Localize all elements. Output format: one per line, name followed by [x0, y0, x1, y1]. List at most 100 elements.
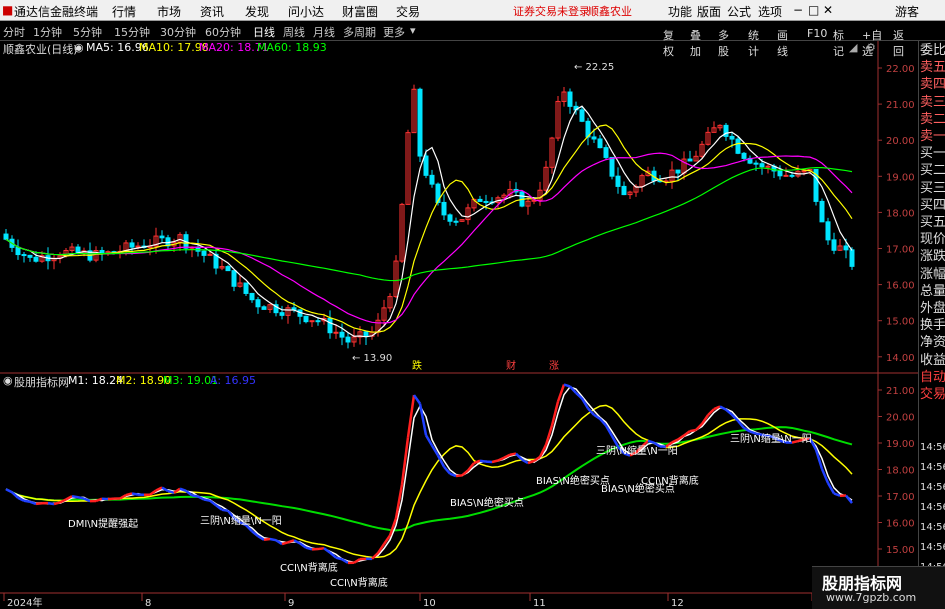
a-line-segment [305, 546, 313, 551]
tab-period-5min[interactable]: 5分钟 [73, 24, 102, 40]
a-line-segment [263, 537, 271, 541]
side-label: 买三 [920, 180, 945, 196]
candle-body [309, 320, 315, 323]
side-time-label: 14:56 [920, 482, 945, 493]
a-line-segment [269, 537, 277, 542]
a-line-segment [281, 541, 289, 546]
tab-period-multi[interactable]: 多周期 [343, 24, 376, 40]
a-line-segment [275, 539, 283, 546]
event-marker: 跌 [412, 359, 422, 372]
side-label: 卖二 [920, 111, 945, 127]
menu-item-wealth[interactable]: 财富圈 [342, 3, 378, 20]
candle-body [819, 200, 825, 223]
candle-body [339, 331, 345, 338]
time-tick-label: 10 [423, 598, 436, 609]
signal-label: CCI\N背离底 [641, 474, 699, 487]
signal-label: DMI\N提醒强起 [68, 518, 138, 530]
candle-body [21, 254, 27, 257]
candle-body [777, 170, 783, 177]
f10-button[interactable]: F10 [807, 27, 827, 40]
candle-body [129, 242, 135, 248]
side-label: 买二 [920, 163, 945, 179]
tab-period-15min[interactable]: 15分钟 [114, 24, 150, 40]
side-label: 卖五 [920, 60, 945, 76]
tab-period-60min[interactable]: 60分钟 [205, 24, 241, 40]
side-time-label: 14:56 [920, 462, 945, 473]
candle-body [849, 249, 855, 267]
chart-area[interactable]: 22.00 21.00 20.00 19.00 18.00 17.00 16.00 15.00… [0, 41, 918, 609]
menu-item-ask[interactable]: 问小达 [288, 3, 324, 20]
a-line-segment [406, 394, 416, 438]
tab-period-more[interactable]: 更多 [383, 24, 405, 40]
guest-label[interactable]: 游客 [895, 3, 919, 20]
candle-body [801, 170, 807, 173]
a-line-segment [455, 474, 463, 478]
indicator-axis: 21.00 20.00 19.00 18.00 17.00 16.00 15.00 [878, 386, 915, 556]
menu-item-exchange[interactable]: 市场 [157, 3, 181, 20]
candle-body [243, 282, 249, 294]
price-axis: 22.00 21.00 20.00 19.00 18.00 17.00 16.00 15.00… [878, 64, 915, 364]
menu-item-discover[interactable]: 发现 [245, 3, 269, 20]
period-bar: 分时 1分钟 5分钟 15分钟 30分钟 60分钟 日线 周线 月线 多周期 更… [0, 21, 945, 58]
price-tick-label: 14.00 [886, 353, 915, 364]
candle-body [423, 155, 429, 176]
a-line-segment [47, 501, 55, 506]
side-label: 涨幅 [920, 266, 945, 282]
a-line-segment [382, 534, 392, 545]
candle-body [741, 152, 747, 159]
menu-item-trade[interactable]: 交易 [396, 3, 420, 20]
candle-body [783, 174, 789, 177]
a-line-segment [719, 405, 727, 411]
a-line-segment [23, 499, 31, 504]
tab-period-monthly[interactable]: 月线 [313, 24, 335, 40]
menu-item-formula[interactable]: 公式 [727, 3, 751, 20]
side-label: 涨跌 [920, 249, 945, 265]
candle-body [597, 138, 603, 149]
close-icon[interactable]: ✕ [823, 3, 833, 17]
indicator-tick-label: 16.00 [886, 519, 915, 530]
menu-bar: ■ 通达信金融终端 行情 市场 资讯 发现 问小达 财富圈 交易 证券交易未登录… [0, 0, 945, 21]
menu-item-news[interactable]: 资讯 [200, 3, 224, 20]
price-tick-label: 20.00 [886, 136, 915, 147]
time-tick-label: 8 [145, 598, 151, 609]
a-line-segment [677, 434, 685, 441]
menu-item-market[interactable]: 行情 [112, 3, 136, 20]
tab-period-1min[interactable]: 1分钟 [33, 24, 62, 40]
indicator-tick-label: 19.00 [886, 439, 915, 450]
side-time-label: 14:56 [920, 442, 945, 453]
login-notice[interactable]: 证券交易未登录 [513, 3, 590, 19]
tab-period-30min[interactable]: 30分钟 [160, 24, 196, 40]
watermark-url: www.7gpzb.com [826, 591, 917, 604]
side-label: 现价 [920, 232, 945, 248]
a-line-segment [412, 394, 422, 405]
candle-body [759, 163, 765, 168]
candle-body [363, 331, 369, 337]
candle-body [789, 174, 795, 177]
minimize-icon[interactable]: − [793, 3, 803, 17]
signal-label: 三阴\N缩量\N一阳 [596, 444, 678, 457]
menu-item-options[interactable]: 选项 [758, 3, 782, 20]
a-line-segment [509, 452, 517, 456]
a-line-segment [293, 539, 301, 545]
high-price-label: ← 22.25 [574, 62, 614, 73]
side-label: 总量 [920, 283, 945, 299]
candle-body [675, 169, 681, 174]
candle-body [255, 299, 261, 308]
time-tick-label: 12 [671, 598, 684, 609]
watermark-logo: 股朋指标网 www.7gpzb.com [812, 566, 945, 609]
tab-period-intraday[interactable]: 分时 [3, 24, 25, 40]
menu-item-function[interactable]: 功能 [668, 3, 692, 20]
chevron-down-icon[interactable]: ▾ [410, 24, 416, 37]
menu-item-layout[interactable]: 版面 [697, 3, 721, 20]
tab-period-daily[interactable]: 日线 [253, 24, 275, 40]
a-line-segment [323, 547, 331, 554]
indicator-tick-label: 17.00 [886, 492, 915, 503]
a-line-segment [161, 486, 169, 493]
maximize-icon[interactable]: □ [808, 3, 819, 17]
candle-body [447, 214, 453, 222]
side-label: 净资 [920, 335, 945, 351]
ma60-line [5, 166, 853, 282]
candle-body [825, 221, 831, 241]
tab-period-weekly[interactable]: 周线 [283, 24, 305, 40]
candle-body [441, 201, 447, 216]
